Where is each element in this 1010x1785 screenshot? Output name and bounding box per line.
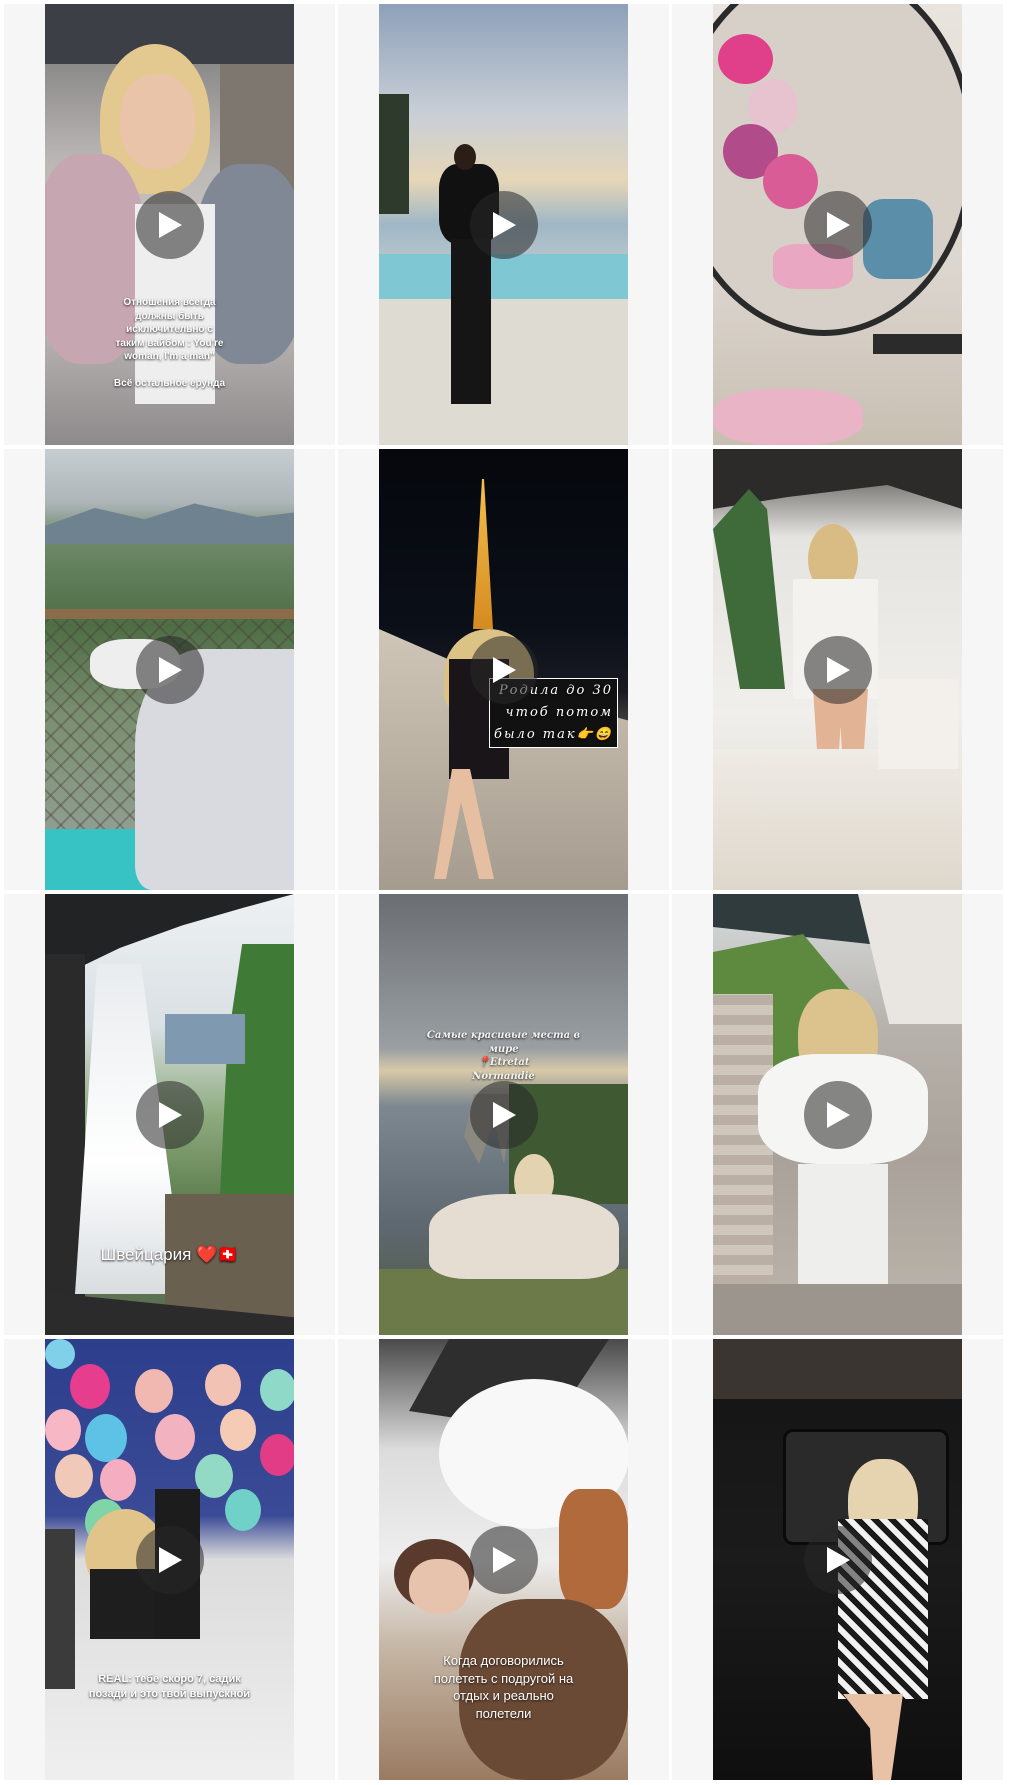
video-tile[interactable] [338, 4, 669, 445]
play-icon[interactable] [803, 1080, 872, 1149]
play-icon[interactable] [803, 635, 872, 704]
video-tile[interactable]: REAL: тебе скоро 7, садик позади и это т… [4, 1339, 335, 1780]
play-icon[interactable] [135, 1525, 204, 1594]
video-tile[interactable] [672, 449, 1003, 890]
video-tile[interactable]: Швейцария ❤️🇨🇭 [4, 894, 335, 1335]
video-tile[interactable]: Самые красивые места в мире 📍Etretat Nor… [338, 894, 669, 1335]
play-icon[interactable] [469, 190, 538, 259]
video-tile[interactable] [4, 449, 335, 890]
play-icon[interactable] [469, 1080, 538, 1149]
video-tile[interactable] [672, 1339, 1003, 1780]
play-icon[interactable] [803, 190, 872, 259]
video-grid: Отношения всегда должны быть исключитель… [4, 4, 1004, 1780]
video-tile[interactable]: Родила до 30 чтоб потом было так👉😄 [338, 449, 669, 890]
video-caption: Отношения всегда должны быть исключитель… [113, 297, 226, 389]
video-tile[interactable]: Когда договорились полететь с подругой н… [338, 1339, 669, 1780]
video-caption: REAL: тебе скоро 7, садик позади и это т… [88, 1673, 251, 1700]
play-icon[interactable] [135, 190, 204, 259]
video-caption: Самые красивые места в мире 📍Etretat Nor… [426, 1030, 581, 1082]
video-caption: Швейцария ❤️🇨🇭 [100, 1245, 239, 1264]
video-tile[interactable]: Отношения всегда должны быть исключитель… [4, 4, 335, 445]
play-icon[interactable] [469, 635, 538, 704]
play-icon[interactable] [469, 1525, 538, 1594]
video-caption: Когда договорились полететь с подругой н… [433, 1653, 574, 1721]
play-icon[interactable] [803, 1525, 872, 1594]
play-icon[interactable] [135, 1080, 204, 1149]
video-tile[interactable] [672, 894, 1003, 1335]
video-tile[interactable] [672, 4, 1003, 445]
play-icon[interactable] [135, 635, 204, 704]
